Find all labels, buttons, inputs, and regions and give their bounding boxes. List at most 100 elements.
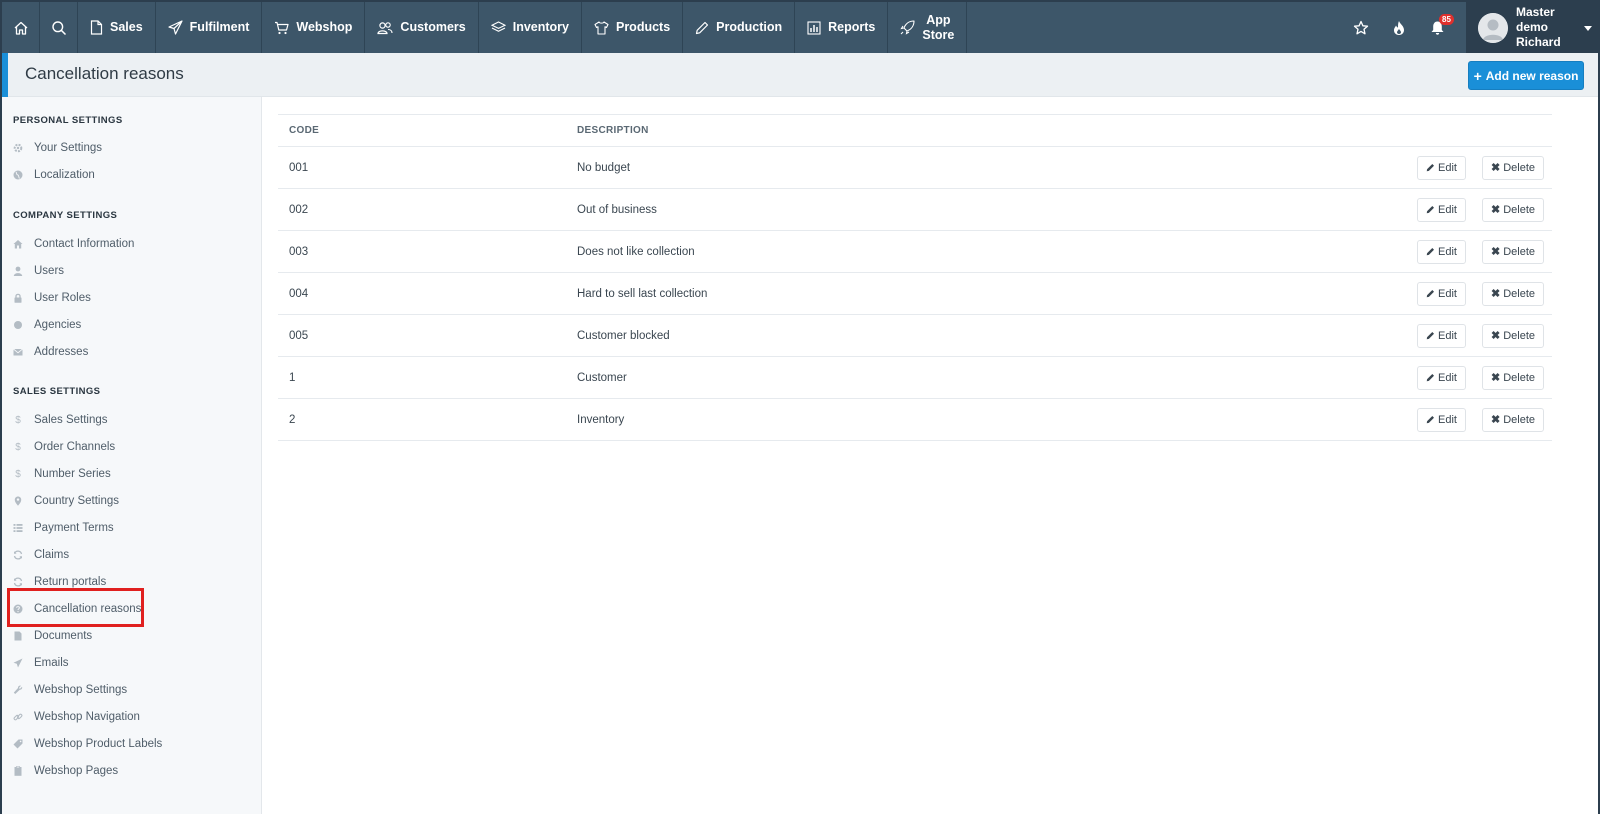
sidebar-item-webshop-pages[interactable]: Webshop Pages	[13, 761, 118, 781]
edit-button[interactable]: Edit	[1417, 407, 1466, 432]
main-content: CODE DESCRIPTION 001 No budget Edit ✖ Delete…	[278, 114, 1552, 441]
nav-production-label: Production	[716, 20, 783, 34]
trending-button[interactable]	[1380, 2, 1418, 53]
globe-icon	[13, 170, 23, 180]
nav-customers-label: Customers	[400, 20, 466, 34]
edit-button[interactable]: Edit	[1417, 239, 1466, 264]
delete-button[interactable]: ✖ Delete	[1481, 155, 1544, 180]
pencil-icon	[1426, 247, 1435, 256]
nav-inventory[interactable]: Inventory	[479, 2, 582, 53]
nav-fulfilment-label: Fulfilment	[189, 20, 250, 34]
sidebar-item-user-roles[interactable]: User Roles	[13, 288, 91, 308]
search-icon	[51, 20, 66, 35]
close-icon: ✖	[1490, 204, 1501, 216]
delete-button[interactable]: ✖ Delete	[1481, 323, 1544, 348]
sidebar-item-documents[interactable]: Documents	[13, 626, 92, 646]
search-button[interactable]	[40, 2, 78, 53]
row-actions: Edit ✖ Delete	[1352, 314, 1552, 357]
favorites-button[interactable]	[1342, 2, 1380, 53]
sidebar-item-country-settings[interactable]: Country Settings	[13, 491, 119, 511]
close-icon: ✖	[1490, 162, 1501, 174]
nav-production[interactable]: Production	[683, 2, 796, 53]
nav-reports[interactable]: Reports	[795, 2, 889, 53]
nav-app-store-label: App Store	[922, 12, 955, 42]
edit-button[interactable]: Edit	[1417, 323, 1466, 348]
delete-button[interactable]: ✖ Delete	[1481, 197, 1544, 222]
table-row: 005 Customer blocked Edit ✖ Delete	[278, 314, 1552, 357]
refresh-icon	[13, 550, 23, 560]
notification-badge: 85	[1439, 14, 1454, 25]
sidebar-item-claims[interactable]: Claims	[13, 545, 69, 565]
pencil-icon	[1426, 415, 1435, 424]
close-icon: ✖	[1490, 330, 1501, 342]
sidebar-item-payment-terms[interactable]: Payment Terms	[13, 518, 114, 538]
sidebar-item-emails[interactable]: Emails	[13, 653, 69, 673]
company-settings-heading: COMPANY SETTINGS	[13, 210, 118, 221]
user-icon	[13, 266, 23, 276]
nav-products[interactable]: Products	[582, 2, 684, 53]
sidebar-item-your-settings[interactable]: Your Settings	[13, 138, 102, 158]
user-name: Master demo Richard	[1516, 5, 1561, 49]
delete-label: Delete	[1503, 287, 1535, 300]
close-icon: ✖	[1490, 414, 1501, 426]
user-menu[interactable]: Master demo Richard	[1466, 2, 1598, 53]
sidebar-item-agencies[interactable]: Agencies	[13, 315, 81, 335]
reason-description: Hard to sell last collection	[566, 272, 1352, 315]
delete-button[interactable]: ✖ Delete	[1481, 365, 1544, 390]
app-window: Sales Fulfilment Webshop Customers Inven…	[0, 0, 1600, 814]
clipboard-icon	[13, 766, 23, 776]
reason-code: 003	[278, 230, 566, 273]
add-new-reason-button[interactable]: + Add new reason	[1468, 61, 1584, 90]
sidebar-item-webshop-navigation[interactable]: Webshop Navigation	[13, 707, 140, 727]
add-new-reason-label: Add new reason	[1485, 68, 1579, 83]
nav-customers[interactable]: Customers	[365, 2, 479, 53]
sidebar-item-number-series[interactable]: $ Number Series	[13, 464, 110, 484]
header-accent-bar	[2, 53, 8, 97]
sidebar-item-sales-settings[interactable]: $ Sales Settings	[13, 410, 107, 430]
table-row: 1 Customer Edit ✖ Delete	[278, 356, 1552, 399]
nav-webshop[interactable]: Webshop	[262, 2, 366, 53]
delete-button[interactable]: ✖ Delete	[1481, 239, 1544, 264]
edit-button[interactable]: Edit	[1417, 155, 1466, 180]
delete-button[interactable]: ✖ Delete	[1481, 407, 1544, 432]
sidebar-item-contact-information[interactable]: Contact Information	[13, 234, 134, 254]
notifications-button[interactable]: 85	[1418, 2, 1456, 53]
pencil-icon	[696, 21, 709, 34]
sidebar-item-users[interactable]: Users	[13, 261, 64, 281]
home-icon	[13, 239, 23, 249]
sidebar-item-localization[interactable]: Localization	[13, 165, 95, 185]
bar-chart-icon	[807, 20, 821, 35]
home-button[interactable]	[2, 2, 40, 53]
nav-sales[interactable]: Sales	[78, 2, 156, 53]
reason-description: Does not like collection	[566, 230, 1352, 273]
nav-app-store[interactable]: App Store	[888, 2, 968, 53]
chevron-down-icon	[1584, 26, 1592, 31]
stack-icon	[490, 21, 506, 32]
table-header-row: CODE DESCRIPTION	[278, 114, 1552, 147]
users-icon	[377, 21, 393, 34]
top-nav: Sales Fulfilment Webshop Customers Inven…	[2, 2, 1598, 53]
nav-right: 85 Master demo Richard	[1342, 2, 1598, 53]
nav-fulfilment[interactable]: Fulfilment	[156, 2, 263, 53]
settings-sidebar: PERSONAL SETTINGS Your Settings Localiza…	[2, 97, 262, 814]
sidebar-item-webshop-product-labels[interactable]: Webshop Product Labels	[13, 734, 162, 754]
reason-code: 002	[278, 188, 566, 231]
envelope-icon	[13, 347, 23, 357]
row-actions: Edit ✖ Delete	[1352, 188, 1552, 231]
edit-button[interactable]: Edit	[1417, 281, 1466, 306]
edit-label: Edit	[1438, 203, 1457, 216]
link-icon	[13, 712, 23, 722]
sidebar-item-webshop-settings[interactable]: Webshop Settings	[13, 680, 127, 700]
reason-description: Customer blocked	[566, 314, 1352, 357]
reason-description: Inventory	[566, 398, 1352, 441]
edit-button[interactable]: Edit	[1417, 365, 1466, 390]
edit-button[interactable]: Edit	[1417, 197, 1466, 222]
column-header-actions	[1352, 114, 1552, 147]
home-icon	[14, 21, 27, 35]
reason-code: 1	[278, 356, 566, 399]
refresh-icon	[13, 577, 23, 587]
sidebar-item-order-channels[interactable]: $ Order Channels	[13, 437, 115, 457]
table-row: 001 No budget Edit ✖ Delete	[278, 146, 1552, 189]
delete-button[interactable]: ✖ Delete	[1481, 281, 1544, 306]
sidebar-item-addresses[interactable]: Addresses	[13, 342, 88, 362]
